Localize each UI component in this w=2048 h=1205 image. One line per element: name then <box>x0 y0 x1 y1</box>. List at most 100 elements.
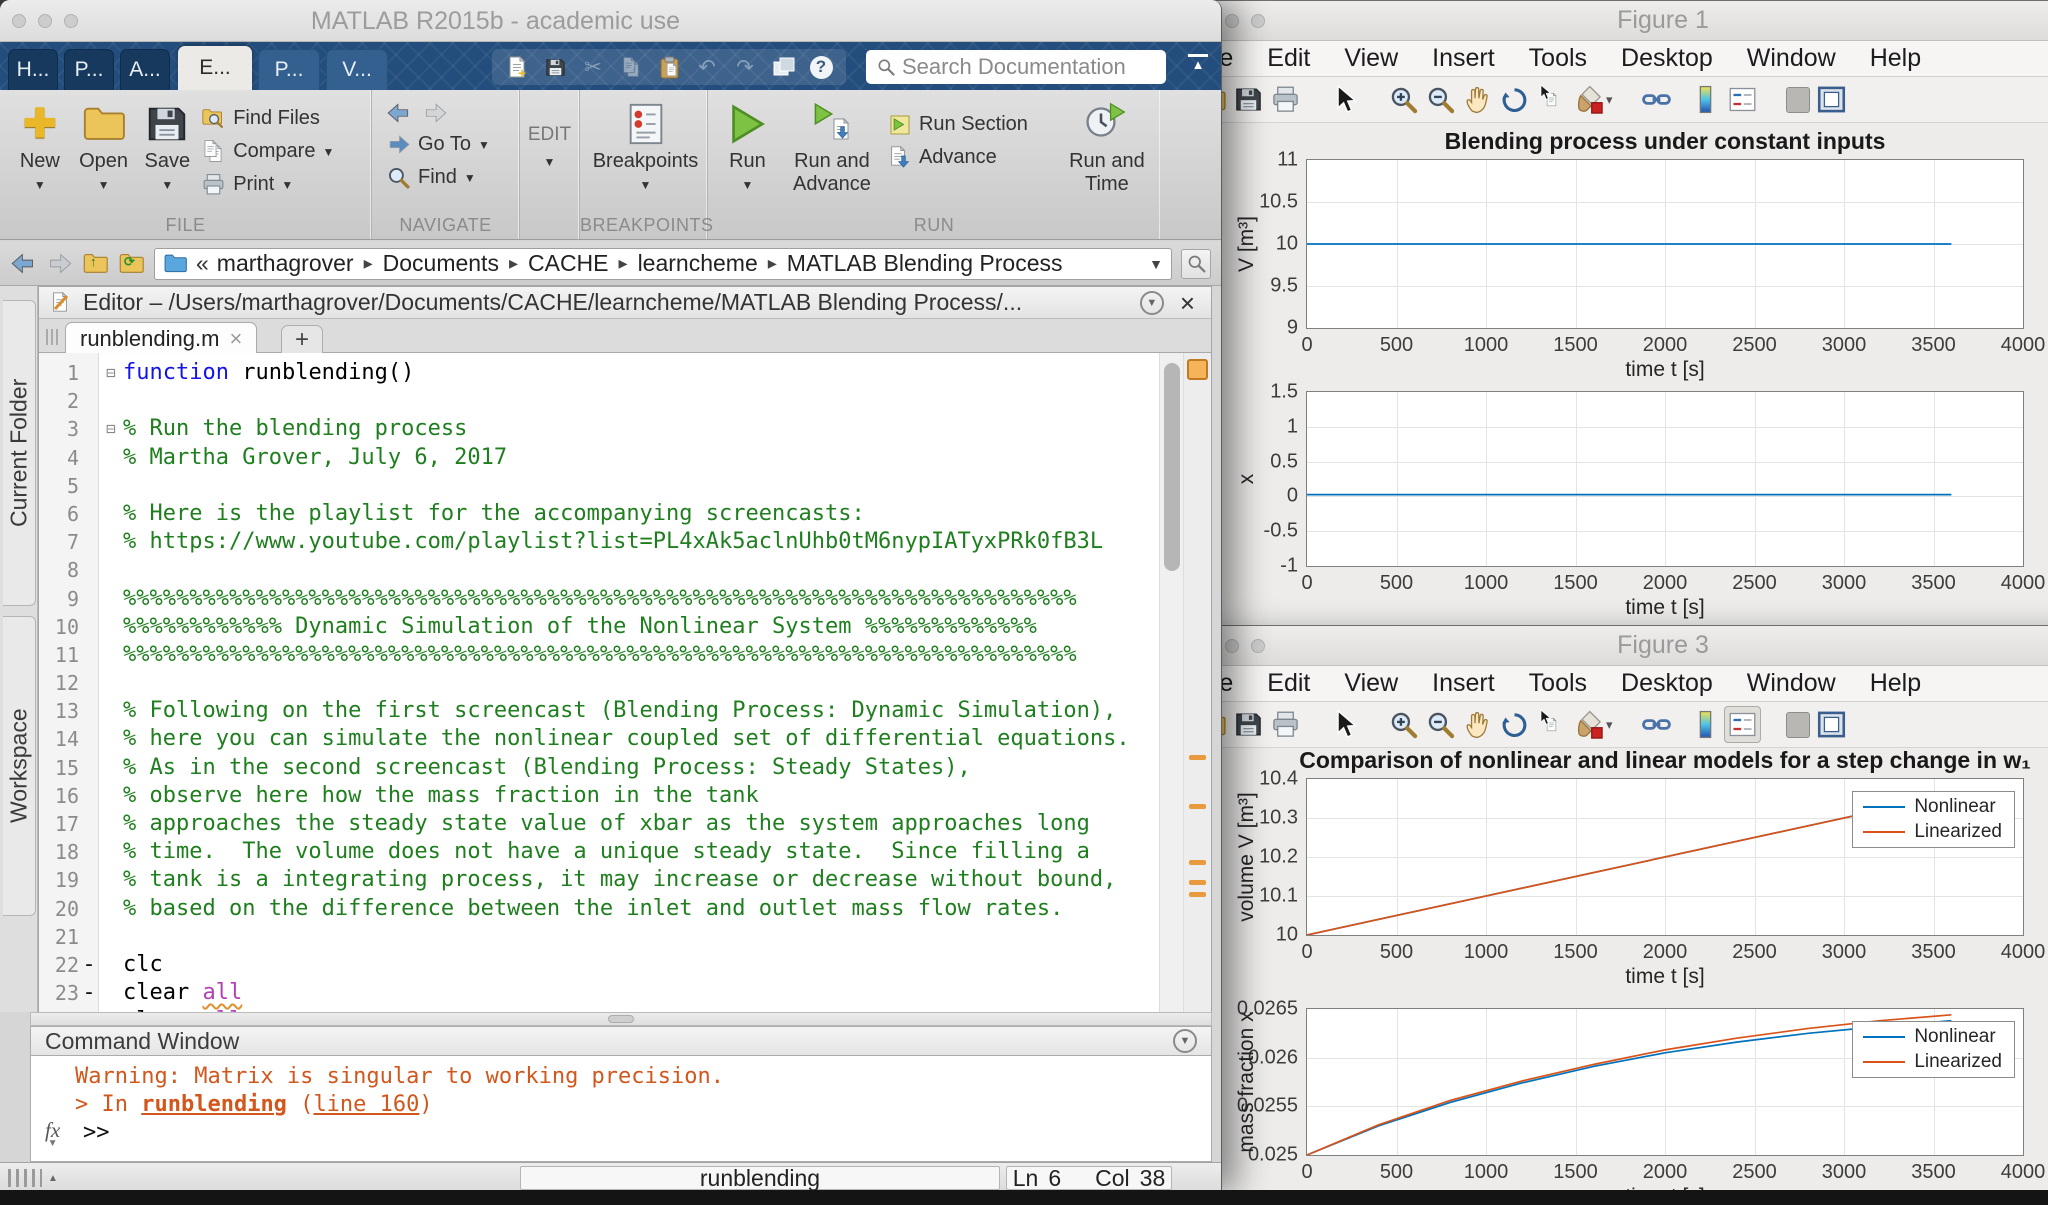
zoom-button[interactable] <box>1251 14 1265 28</box>
open-button[interactable]: Open▼ <box>74 98 134 201</box>
code-line[interactable]: 19% tank is a integrating process, it ma… <box>39 866 1153 894</box>
code-line[interactable]: 3⊟% Run the blending process <box>39 415 1153 443</box>
code-line[interactable]: 2 <box>39 387 1153 415</box>
tab-editor[interactable]: E... <box>178 46 252 90</box>
rotate-3d-button[interactable] <box>1496 81 1533 118</box>
hide-plot-tools-button[interactable] <box>1783 84 1813 116</box>
paste-button[interactable] <box>656 54 682 80</box>
current-folder-field[interactable]: «marthagrover▸Documents▸CACHE▸learncheme… <box>154 248 1172 280</box>
zoom-out-button[interactable] <box>1422 706 1459 743</box>
splitter-handle[interactable] <box>608 1015 634 1023</box>
rotate-3d-button[interactable] <box>1496 706 1533 743</box>
pan-button[interactable] <box>1459 706 1496 743</box>
cut-button[interactable]: ✂ <box>580 54 606 80</box>
code-line[interactable]: 20% based on the difference between the … <box>39 895 1153 923</box>
run-and-advance-button[interactable]: Run and Advance <box>781 98 883 197</box>
menu-view[interactable]: View <box>1344 669 1398 698</box>
pan-button[interactable] <box>1459 81 1496 118</box>
menu-window[interactable]: Window <box>1747 669 1836 698</box>
data-cursor-button[interactable] <box>1533 706 1570 743</box>
menu-help[interactable]: Help <box>1870 44 1921 73</box>
figure3-bottom-axes[interactable]: 050010001500200025003000350040000.0250.0… <box>1306 1008 2024 1156</box>
code-line[interactable]: 15% As in the second screencast (Blendin… <box>39 754 1153 782</box>
forward-icon[interactable] <box>422 100 448 126</box>
editor-menu-button[interactable]: ▼ <box>1140 291 1164 315</box>
code-line[interactable]: 9%%%%%%%%%%%%%%%%%%%%%%%%%%%%%%%%%%%%%%%… <box>39 585 1153 613</box>
figure1-titlebar[interactable]: Figure 1 <box>1179 1 2048 41</box>
save-button[interactable] <box>542 54 568 80</box>
minimize-button[interactable] <box>1225 14 1239 28</box>
ribbon-section-edit[interactable]: EDIT ▼ <box>520 90 580 239</box>
code-line[interactable]: 17% approaches the steady state value of… <box>39 810 1153 838</box>
advance-button[interactable]: Advance <box>887 141 1056 174</box>
menu-desktop[interactable]: Desktop <box>1621 669 1713 698</box>
matlab-titlebar[interactable]: MATLAB R2015b - academic use <box>0 0 1221 42</box>
back-icon[interactable] <box>10 250 37 277</box>
copy-button[interactable] <box>618 54 644 80</box>
code-line[interactable]: 13% Following on the first screencast (B… <box>39 697 1153 725</box>
tab-plots[interactable]: P... <box>64 49 114 90</box>
zoom-button[interactable] <box>1251 639 1265 653</box>
find-button[interactable]: Find▼ <box>386 161 519 194</box>
show-plot-tools-button[interactable] <box>1813 81 1850 118</box>
search-documentation-box[interactable]: Search Documentation <box>866 50 1166 84</box>
zoom-in-button[interactable] <box>1385 81 1422 118</box>
undo-button[interactable]: ↶ <box>694 54 720 80</box>
search-folder-button[interactable] <box>1181 249 1211 279</box>
code-fold-icon[interactable]: ⊟ <box>99 415 123 443</box>
editor-scrollbar[interactable] <box>1159 353 1183 1013</box>
sidebar-tab-current-folder[interactable]: Current Folder <box>3 300 36 606</box>
warning-marker[interactable] <box>1189 755 1206 760</box>
legend[interactable]: NonlinearLinearized <box>1852 791 2015 848</box>
code-line[interactable]: 12 <box>39 669 1153 697</box>
code-line[interactable]: 23-clear all <box>39 979 1153 1007</box>
code-line[interactable]: 21 <box>39 923 1153 951</box>
warning-marker[interactable] <box>1189 804 1206 809</box>
menu-edit[interactable]: Edit <box>1267 669 1310 698</box>
insert-legend-button[interactable] <box>1724 706 1761 743</box>
run-button[interactable]: Run▼ <box>718 98 777 197</box>
figure3-top-axes[interactable]: 050010001500200025003000350040001010.110… <box>1306 778 2024 936</box>
code-line[interactable]: 10%%%%%%%%%%%% Dynamic Simulation of the… <box>39 613 1153 641</box>
menu-window[interactable]: Window <box>1747 44 1836 73</box>
breakpoints-button[interactable]: Breakpoints▼ <box>590 98 701 197</box>
breadcrumb-item[interactable]: marthagrover <box>217 250 354 277</box>
save-figure-button[interactable] <box>1230 706 1267 743</box>
command-prompt[interactable]: >> <box>83 1120 110 1145</box>
find-files-button[interactable]: Find Files <box>201 102 365 135</box>
stack-link-runblending[interactable]: runblending <box>141 1092 287 1117</box>
scrollbar-thumb[interactable] <box>1164 363 1180 571</box>
redo-button[interactable]: ↷ <box>732 54 758 80</box>
save-figure-button[interactable] <box>1230 81 1267 118</box>
hide-plot-tools-button[interactable] <box>1783 709 1813 741</box>
code-line[interactable]: 16% observe here how the mass fraction i… <box>39 782 1153 810</box>
back-icon[interactable] <box>386 100 412 126</box>
code-line[interactable]: 11%%%%%%%%%%%%%%%%%%%%%%%%%%%%%%%%%%%%%%… <box>39 641 1153 669</box>
zoom-out-button[interactable] <box>1422 81 1459 118</box>
figure1-top-axes[interactable]: 0500100015002000250030003500400099.51010… <box>1306 159 2024 329</box>
code-line[interactable]: 5 <box>39 472 1153 500</box>
collapse-ribbon-button[interactable]: ▲ <box>1184 54 1212 71</box>
warning-marker[interactable] <box>1189 860 1206 865</box>
code-line[interactable]: 7% https://www.youtube.com/playlist?list… <box>39 528 1153 556</box>
menu-desktop[interactable]: Desktop <box>1621 44 1713 73</box>
editor-titlebar[interactable]: Editor – /Users/marthagrover/Documents/C… <box>39 287 1211 319</box>
breadcrumb-item[interactable]: learncheme <box>638 250 758 277</box>
brush-data-button[interactable]: ▾ <box>1570 706 1616 743</box>
breadcrumb-item[interactable]: CACHE <box>528 250 609 277</box>
stack-link-line[interactable]: line 160 <box>313 1092 419 1117</box>
compare-button[interactable]: Compare▼ <box>201 135 365 168</box>
go-to-button[interactable]: Go To▼ <box>386 128 519 161</box>
panel-splitter[interactable] <box>30 1012 1212 1026</box>
menu-tools[interactable]: Tools <box>1529 44 1587 73</box>
link-plot-button[interactable] <box>1638 706 1675 743</box>
switch-window-button[interactable] <box>770 54 796 80</box>
legend[interactable]: NonlinearLinearized <box>1852 1021 2015 1078</box>
editor-close-icon[interactable]: × <box>1174 291 1201 315</box>
command-window-content[interactable]: Warning: Matrix is singular to working p… <box>30 1056 1212 1162</box>
code-line[interactable]: 22-clc <box>39 951 1153 979</box>
warning-marker[interactable] <box>1189 892 1206 897</box>
forward-icon[interactable] <box>46 250 73 277</box>
help-button[interactable]: ? <box>808 54 834 80</box>
insert-legend-button[interactable] <box>1724 81 1761 118</box>
